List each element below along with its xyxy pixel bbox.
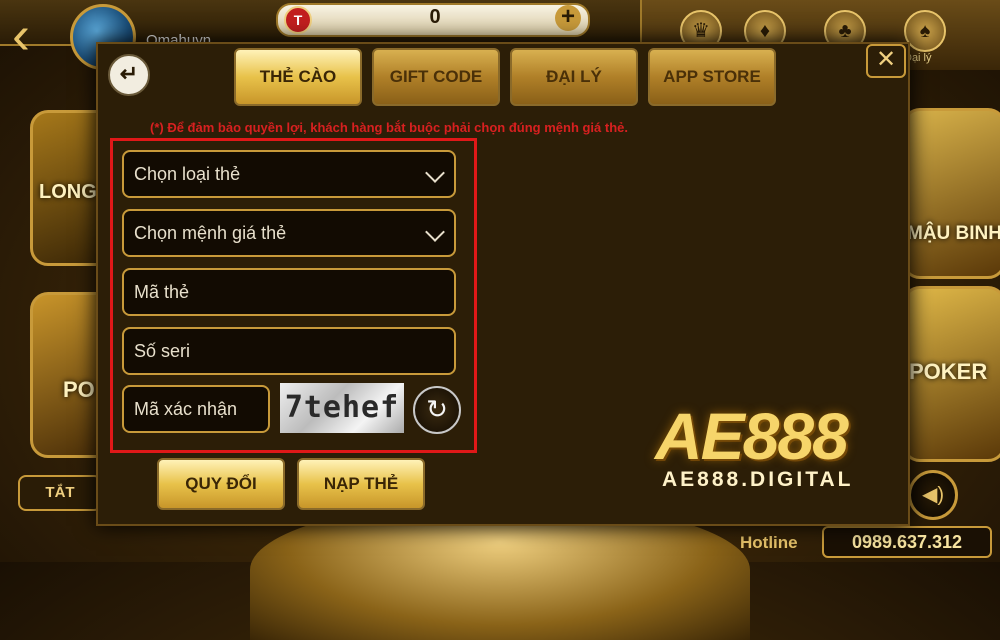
coin-balance: 0 — [429, 6, 441, 28]
back-chevron-icon[interactable]: ‹ — [12, 8, 56, 70]
chevron-down-icon — [425, 163, 445, 183]
game-title: POKER — [909, 359, 988, 384]
card-type-label: Chọn loại thẻ — [134, 164, 241, 184]
exchange-button[interactable]: QUY ĐỔI — [157, 458, 285, 510]
tat-button[interactable]: TẮT — [18, 475, 102, 511]
serial-input[interactable]: Số seri — [122, 327, 456, 375]
hotline-label: Hotline — [740, 533, 798, 552]
card-code-input[interactable]: Mã thẻ — [122, 268, 456, 316]
tab-dai-ly[interactable]: ĐẠI LÝ — [510, 48, 638, 106]
captcha-placeholder: Mã xác nhận — [134, 399, 238, 419]
game-title: MẬU BINH — [907, 223, 1000, 244]
card-code-placeholder: Mã thẻ — [134, 282, 190, 302]
return-icon[interactable]: ↵ — [108, 54, 150, 96]
site-watermark: AE888.DIGITAL — [662, 468, 854, 491]
add-coins-button[interactable]: + — [555, 5, 581, 31]
tab-the-cao[interactable]: THẺ CÀO — [234, 48, 362, 106]
coin-icon: T — [284, 6, 312, 34]
captcha-image: 7tehef — [280, 383, 404, 433]
agent-icon[interactable]: ♠ — [904, 10, 946, 52]
serial-placeholder: Số seri — [134, 341, 191, 361]
tab-gift-code[interactable]: GIFT CODE — [372, 48, 500, 106]
game-title: LONG — [39, 181, 97, 203]
card-value-select[interactable]: Chọn mệnh giá thẻ — [122, 209, 456, 257]
ae888-logo: AE888 — [655, 399, 849, 473]
volume-icon[interactable]: ◀) — [908, 470, 958, 520]
game-title: PO — [63, 377, 95, 402]
tab-app-store[interactable]: APP STORE — [648, 48, 776, 106]
close-icon[interactable]: ✕ — [866, 44, 906, 78]
hotline-number[interactable]: 0989.637.312 — [822, 526, 992, 558]
refresh-captcha-icon[interactable]: ↻ — [413, 386, 461, 434]
game-card-mau-binh[interactable]: MẬU BINH — [902, 108, 1000, 279]
card-type-select[interactable]: Chọn loại thẻ — [122, 150, 456, 198]
topup-button[interactable]: NẠP THẺ — [297, 458, 425, 510]
notice-text: (*) Để đảm bảo quyền lợi, khách hàng bắt… — [150, 120, 628, 135]
chevron-down-icon — [425, 222, 445, 242]
captcha-input[interactable]: Mã xác nhận — [122, 385, 270, 433]
game-card-poker-right[interactable]: POKER — [902, 286, 1000, 462]
card-value-label: Chọn mệnh giá thẻ — [134, 223, 287, 243]
